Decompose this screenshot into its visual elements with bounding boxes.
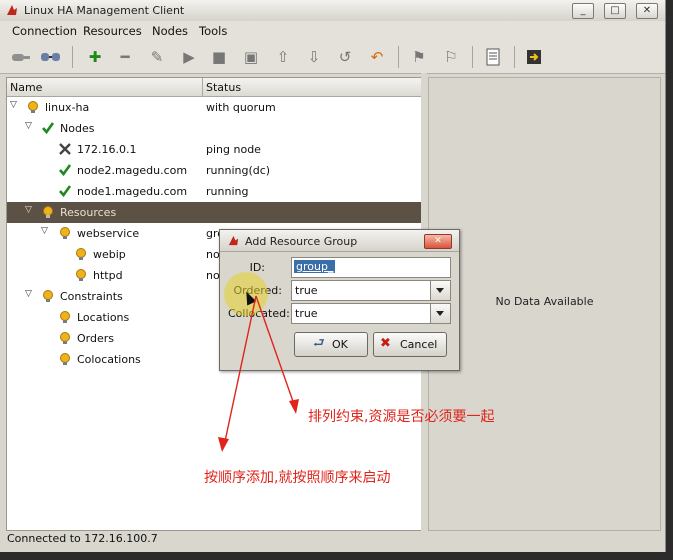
annotation-ordered-note: 排列约束,资源是否必须要一起 — [308, 409, 495, 425]
annotation-collocated-note: 按顺序添加,就按照顺序来启动 — [204, 470, 391, 486]
